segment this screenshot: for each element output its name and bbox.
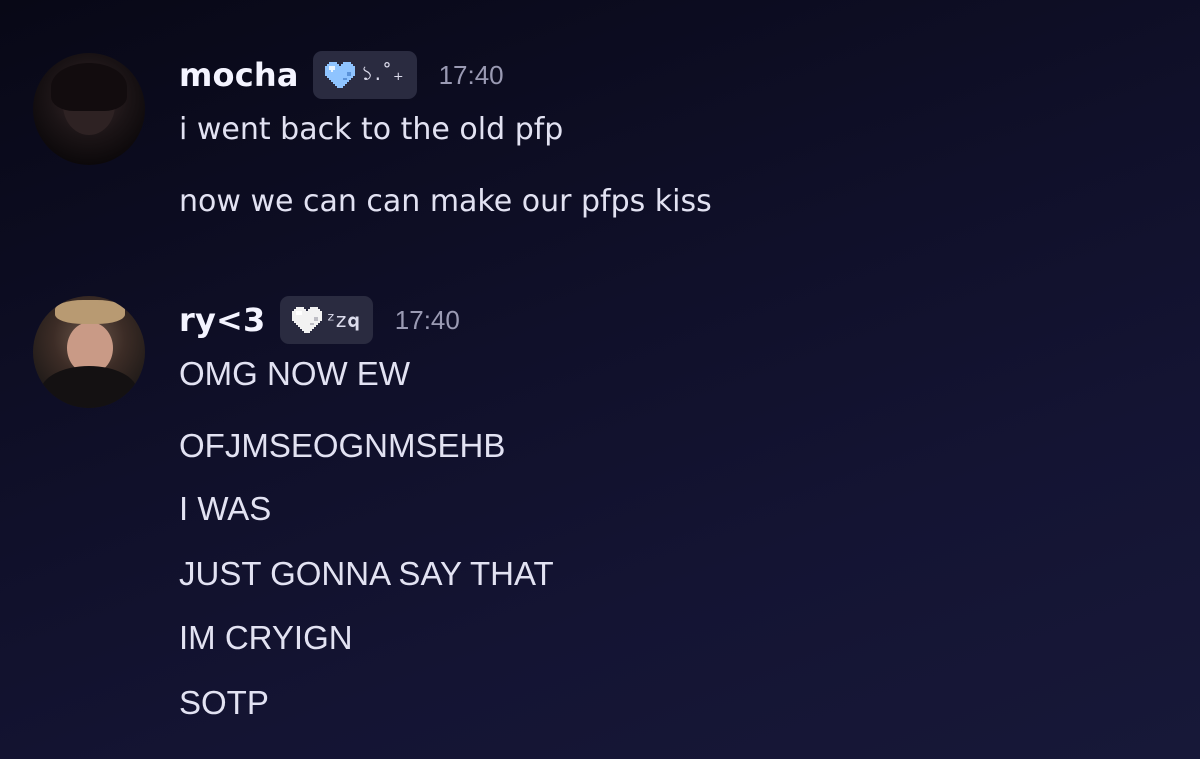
message-line: IM CRYIGN [179, 619, 353, 656]
username[interactable]: ry<3 [179, 301, 266, 339]
message-line: i went back to the old pfp [179, 112, 564, 147]
username[interactable]: mocha [179, 56, 299, 94]
message-line: JUST GONNA SAY THAT [179, 555, 554, 592]
avatar[interactable] [33, 296, 145, 408]
guild-tag-badge[interactable]: ᶻ𝗓𝐪 [279, 296, 373, 344]
message-header: mocha ১.˚₊ 17:40 [179, 50, 504, 100]
timestamp: 17:40 [394, 304, 460, 335]
blue-pixel-heart-icon [324, 62, 355, 88]
message-header: ry<3 ᶻ𝗓𝐪 17:40 [179, 295, 460, 345]
avatar[interactable] [33, 53, 145, 165]
guild-tag-text: ১.˚₊ [360, 60, 405, 85]
guild-tag-text: ᶻ𝗓𝐪 [327, 308, 361, 332]
timestamp: 17:40 [438, 59, 504, 90]
chat-message-list: mocha ১.˚₊ 17:40 i went back to the old … [0, 0, 1200, 759]
message-line: now we can can make our pfps kiss [179, 184, 712, 219]
guild-tag-badge[interactable]: ১.˚₊ [312, 51, 417, 99]
message-line: OMG NOW EW [179, 355, 410, 392]
white-pixel-heart-icon [291, 307, 322, 333]
message-line: OFJMSEOGNMSEHB [179, 427, 506, 464]
message-line: SOTP [179, 684, 269, 721]
message-line: I WAS [179, 490, 272, 527]
